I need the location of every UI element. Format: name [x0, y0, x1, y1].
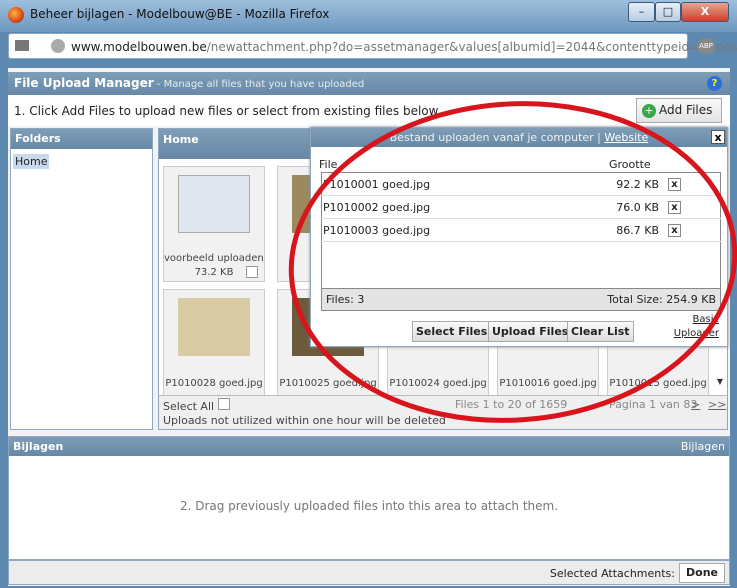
- attachments-header: Bijlagen Bijlagen: [9, 437, 729, 456]
- page-indicator: Pagina 1 van 83: [609, 398, 698, 411]
- file-row: P1010001 goed.jpg 92.2 KB x: [321, 173, 721, 196]
- select-all-checkbox[interactable]: [217, 398, 230, 410]
- adblock-button[interactable]: ABP: [697, 38, 715, 54]
- last-page-link[interactable]: >>: [708, 398, 726, 411]
- file-name: P1010002 goed.jpg: [323, 201, 431, 214]
- dialog-close-button[interactable]: x: [711, 130, 725, 144]
- file-list-footer: Files: 3 Total Size: 254.9 KB: [321, 289, 721, 311]
- thumbnail-name: P1010025 goed.jpg: [279, 378, 377, 389]
- file-range: Files 1 to 20 of 1659: [455, 398, 568, 411]
- window-titlebar: Beheer bijlagen - Modelbouw@BE - Mozilla…: [0, 0, 737, 32]
- window-title: Beheer bijlagen - Modelbouw@BE - Mozilla…: [30, 7, 330, 21]
- add-files-button[interactable]: + Add Files: [636, 98, 722, 123]
- col-size: Grootte: [609, 158, 651, 171]
- globe-icon: [51, 39, 65, 53]
- file-row: P1010002 goed.jpg 76.0 KB x: [321, 196, 721, 219]
- attachments-title-right: Bijlagen: [680, 440, 725, 453]
- manager-title: File Upload Manager: [14, 76, 154, 90]
- clear-list-button[interactable]: Clear List: [567, 321, 634, 342]
- firefox-icon: [8, 7, 24, 23]
- basic-uploader-link[interactable]: Basic Uploader: [673, 313, 719, 341]
- add-files-label: Add Files: [659, 103, 713, 117]
- file-row: P1010003 goed.jpg 86.7 KB x: [321, 219, 721, 242]
- basic-uploader-text: Uploader: [673, 328, 719, 339]
- home-footer: Select All Files 1 to 20 of 1659 Pagina …: [158, 395, 728, 430]
- instruction-text: 1. Click Add Files to upload new files o…: [14, 104, 439, 118]
- thumbnail-name: P1010015 goed.jpg: [609, 378, 707, 389]
- plus-icon: +: [642, 104, 656, 118]
- drop-hint: 2. Drag previously uploaded files into t…: [179, 499, 559, 513]
- file-size: 76.0 KB: [616, 201, 659, 214]
- select-all-label: Select All: [163, 400, 215, 413]
- selected-attachments-label: Selected Attachments:: [549, 567, 675, 580]
- url-domain: www.modelbouwen.be: [71, 40, 207, 54]
- remove-file-button[interactable]: x: [668, 224, 681, 237]
- dialog-title: Bestand uploaden vanaf je computer |: [389, 131, 605, 144]
- col-file: File: [319, 158, 338, 171]
- thumbnail[interactable]: voorbeeld uploaden l 73.2 KB: [163, 166, 265, 282]
- address-bar[interactable]: www.modelbouwen.be/newattachment.php?do=…: [8, 33, 737, 59]
- manager-subtitle: - Manage all files that you have uploade…: [153, 79, 365, 90]
- total-size: Total Size: 254.9 KB: [607, 293, 716, 306]
- thumbnail-image: [178, 298, 250, 356]
- basic-uploader-text: Basic: [692, 314, 719, 325]
- attachments-title: Bijlagen: [13, 440, 64, 453]
- thumbnail-checkbox[interactable]: [246, 266, 258, 278]
- file-name: P1010003 goed.jpg: [323, 224, 431, 237]
- thumbnail-name: P1010016 goed.jpg: [499, 378, 597, 389]
- page-icon: [15, 40, 29, 51]
- help-icon[interactable]: ?: [707, 76, 722, 91]
- attachments-panel[interactable]: Bijlagen Bijlagen 2. Drag previously uplo…: [8, 436, 730, 560]
- file-size: 92.2 KB: [616, 178, 659, 191]
- scroll-down-icon[interactable]: ▼: [717, 377, 723, 386]
- remove-file-button[interactable]: x: [668, 178, 681, 191]
- upload-note: Uploads not utilized within one hour wil…: [163, 414, 446, 427]
- file-size: 86.7 KB: [616, 224, 659, 237]
- instruction-row: 1. Click Add Files to upload new files o…: [8, 95, 730, 126]
- dialog-header: Bestand uploaden vanaf je computer | Web…: [311, 128, 727, 147]
- thumbnail-name: P1010028 goed.jpg: [165, 378, 263, 389]
- done-button[interactable]: Done: [679, 563, 725, 583]
- thumbnail[interactable]: P1010028 goed.jpg: [163, 289, 265, 396]
- folders-panel: Folders Home: [10, 128, 153, 430]
- maximize-button[interactable]: □: [655, 2, 681, 22]
- minimize-button[interactable]: –: [628, 2, 655, 22]
- select-files-button[interactable]: Select Files: [412, 321, 492, 342]
- close-button[interactable]: X: [681, 2, 729, 22]
- upload-files-button[interactable]: Upload Files: [488, 321, 573, 342]
- folder-home[interactable]: Home: [13, 154, 50, 169]
- thumbnail-name: P1010024 goed.jpg: [389, 378, 487, 389]
- manager-header: File Upload Manager - Manage all files t…: [8, 72, 730, 95]
- thumbnail-name: voorbeeld uploaden l: [164, 253, 264, 264]
- thumbnail-image: [178, 175, 250, 233]
- attachments-footer: Selected Attachments: Done: [8, 560, 730, 585]
- website-link[interactable]: Website: [604, 131, 648, 144]
- url-path: /newattachment.php?do=assetmanager&value…: [206, 40, 737, 54]
- files-count: Files: 3: [326, 293, 365, 306]
- upload-dialog: Bestand uploaden vanaf je computer | Web…: [310, 127, 728, 347]
- folders-header: Folders: [11, 129, 152, 149]
- next-page-link[interactable]: >: [691, 398, 700, 411]
- file-name: P1010001 goed.jpg: [323, 178, 431, 191]
- remove-file-button[interactable]: x: [668, 201, 681, 214]
